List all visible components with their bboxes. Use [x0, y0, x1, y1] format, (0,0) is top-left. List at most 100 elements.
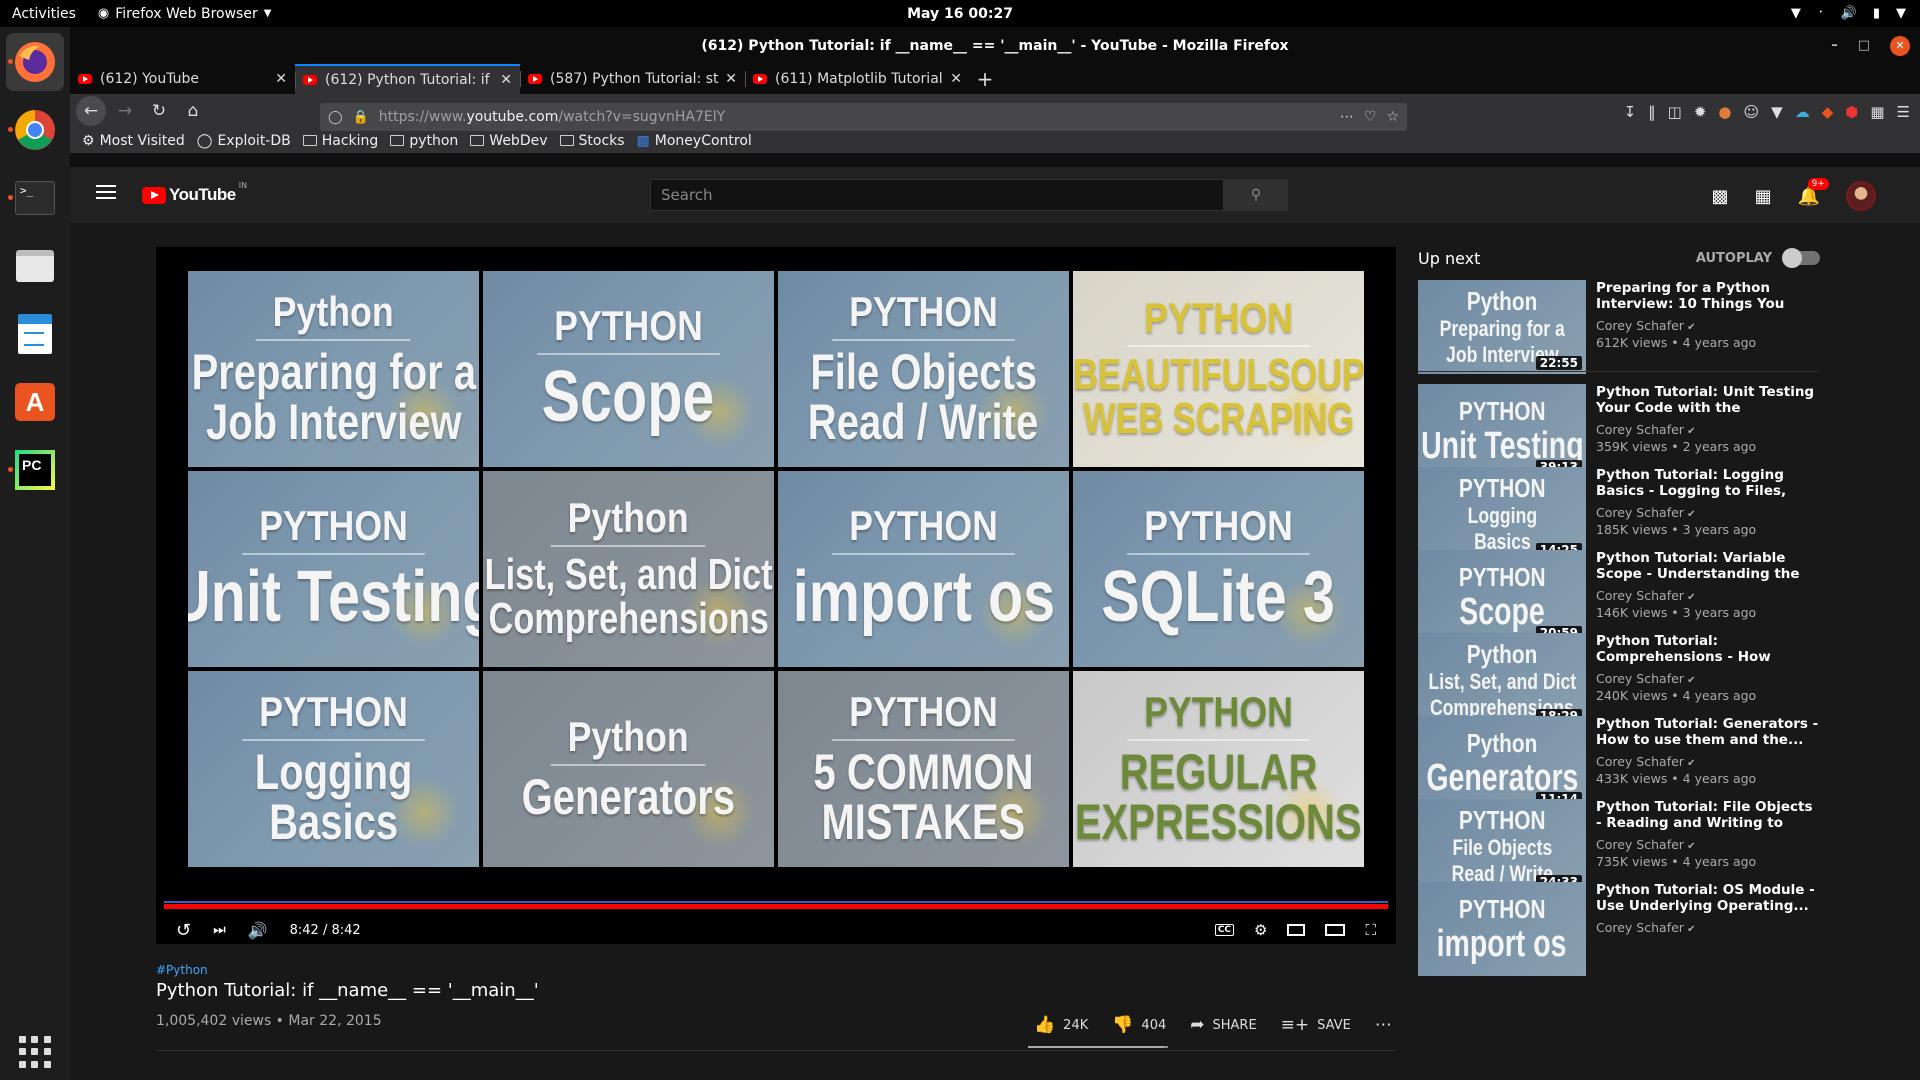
bookmark-folder-webdev[interactable]: WebDev	[470, 133, 548, 149]
up-next-item[interactable]: Python Preparing for a Job Interview 22:55 P…	[1418, 280, 1820, 374]
search-button[interactable]: ⚲	[1224, 179, 1288, 211]
dock-software[interactable]: A	[6, 373, 64, 431]
app-menu[interactable]: ◉ Firefox Web Browser ▼	[98, 6, 272, 22]
reload-button[interactable]: ↻	[144, 96, 174, 126]
forward-button[interactable]: →	[110, 96, 140, 126]
endscreen-video-card[interactable]: PYTHON BEAUTIFULSOUP WEB SCRAPING	[1073, 271, 1364, 467]
endscreen-video-card[interactable]: Python Generators	[483, 671, 774, 867]
power-menu-icon[interactable]: ▼	[1896, 6, 1906, 21]
bluetooth-icon[interactable]: ᛫	[1817, 6, 1825, 21]
video-player[interactable]: Python Preparing for a Job Interview PYTHON…	[156, 247, 1396, 944]
wifi-icon[interactable]: ▼	[1791, 6, 1801, 21]
close-tab-icon[interactable]: ✕	[275, 71, 287, 87]
save-button[interactable]: ≡+ SAVE	[1281, 1015, 1351, 1035]
autoplay-switch[interactable]	[1782, 248, 1820, 268]
downloads-icon[interactable]: ↧	[1624, 103, 1637, 121]
video-title[interactable]: Python Tutorial: Generators - How to use…	[1596, 716, 1820, 748]
sidebar-icon[interactable]: ◫	[1668, 103, 1682, 121]
endscreen-video-card[interactable]: PYTHONUnit Testing	[188, 471, 479, 667]
adblock-icon[interactable]: ⬢	[1845, 103, 1858, 121]
theater-mode-icon[interactable]	[1325, 924, 1346, 936]
tab-if-name-main[interactable]: (612) Python Tutorial: if ✕	[295, 64, 520, 94]
shield-icon[interactable]: ◯	[328, 110, 343, 125]
settings-gear-icon[interactable]: ⚙	[1254, 921, 1267, 939]
tab-str-format[interactable]: (587) Python Tutorial: str ✕	[520, 64, 745, 94]
url-text[interactable]: https://www.youtube.com/watch?v=sugvnHA7…	[379, 109, 1330, 125]
close-window-icon[interactable]: ✕	[1890, 35, 1910, 56]
avatar[interactable]	[1846, 181, 1876, 211]
dock-chrome[interactable]	[6, 101, 64, 159]
video-thumbnail[interactable]: PYTHONUnit Testing39:13	[1418, 384, 1586, 478]
up-next-item[interactable]: PythonGenerators11:14 Python Tutorial: Ge…	[1418, 716, 1820, 810]
dock-firefox[interactable]	[6, 33, 64, 91]
extension-icon[interactable]: ◆	[1822, 103, 1834, 121]
up-next-item[interactable]: PYTHONUnit Testing39:13 Python Tutorial: …	[1418, 384, 1820, 478]
autoplay-toggle[interactable]: AUTOPLAY	[1696, 248, 1820, 268]
pocket-icon[interactable]: ♡	[1364, 109, 1377, 125]
tab-matplotlib[interactable]: (611) Matplotlib Tutorial ✕	[745, 64, 970, 94]
menu-icon[interactable]: ☰	[1897, 103, 1910, 121]
video-title[interactable]: Python Tutorial: File Objects - Reading …	[1596, 799, 1820, 831]
video-title[interactable]: Python Tutorial: OS Module - Use Underly…	[1596, 882, 1820, 914]
video-title[interactable]: Preparing for a Python Interview: 10 Thi…	[1596, 280, 1820, 312]
video-thumbnail[interactable]: Python Preparing for a Job Interview 22:55	[1418, 280, 1586, 374]
extension-icon[interactable]: ●	[1718, 103, 1731, 121]
minimize-icon[interactable]: –	[1831, 38, 1838, 53]
bookmark-most-visited[interactable]: ⚙ Most Visited	[82, 133, 185, 149]
extensions-puzzle-icon[interactable]: ▦	[1870, 103, 1884, 121]
cloud-icon[interactable]: ☁	[1795, 103, 1810, 121]
video-thumbnail[interactable]: PythonGenerators11:14	[1418, 716, 1586, 810]
account-icon[interactable]: ☺	[1744, 103, 1760, 121]
bookmark-folder-hacking[interactable]: Hacking	[302, 133, 378, 149]
channel-name[interactable]: Corey Schafer	[1596, 671, 1820, 686]
next-icon[interactable]: ⏭	[213, 922, 226, 938]
video-title[interactable]: Python Tutorial: Unit Testing Your Code …	[1596, 384, 1820, 416]
youtube-logo[interactable]: YouTube IN	[142, 181, 247, 205]
share-button[interactable]: ➦ SHARE	[1190, 1015, 1256, 1035]
video-thumbnail[interactable]: PYTHONLoggingBasics14:25	[1418, 467, 1586, 561]
maximize-icon[interactable]: □	[1858, 38, 1870, 53]
close-tab-icon[interactable]: ✕	[500, 72, 512, 88]
up-next-item[interactable]: PYTHONScope20:59 Python Tutorial: Variabl…	[1418, 550, 1820, 644]
channel-name[interactable]: Corey Schafer	[1596, 920, 1820, 935]
replay-icon[interactable]: ↺	[176, 920, 191, 941]
volume-icon[interactable]: 🔊	[1841, 6, 1857, 21]
volume-icon[interactable]: 🔊	[248, 921, 268, 940]
bookmark-folder-stocks[interactable]: Stocks	[559, 133, 625, 149]
video-title[interactable]: Python Tutorial: Logging Basics - Loggin…	[1596, 467, 1820, 499]
up-next-item[interactable]: PYTHONFile ObjectsRead / Write24:33 Pytho…	[1418, 799, 1820, 893]
video-thumbnail[interactable]: PYTHONScope20:59	[1418, 550, 1586, 644]
dock-pycharm[interactable]: PC	[6, 441, 64, 499]
captions-icon[interactable]: CC	[1214, 924, 1235, 936]
video-thumbnail[interactable]: PythonList, Set, and DictComprehensions1…	[1418, 633, 1586, 727]
home-button[interactable]: ⌂	[178, 96, 208, 126]
dock-writer[interactable]	[6, 305, 64, 363]
url-bar[interactable]: ◯ 🔒 https://www.youtube.com/watch?v=sugv…	[320, 103, 1407, 131]
video-title[interactable]: Python Tutorial: Variable Scope - Unders…	[1596, 550, 1820, 582]
endscreen-video-card[interactable]: Python List, Set, and Dict Comprehensions	[483, 471, 774, 667]
hamburger-menu-icon[interactable]	[96, 185, 116, 199]
battery-icon[interactable]: ▮	[1873, 6, 1880, 21]
channel-name[interactable]: Corey Schafer	[1596, 422, 1820, 437]
lock-icon[interactable]: 🔒	[353, 110, 369, 125]
dock-terminal[interactable]: >_	[6, 169, 64, 227]
channel-name[interactable]: Corey Schafer	[1596, 754, 1820, 769]
channel-name[interactable]: Corey Schafer	[1596, 837, 1820, 852]
endscreen-video-card[interactable]: Python Preparing for a Job Interview	[188, 271, 479, 467]
dock-files[interactable]	[6, 237, 64, 295]
video-title[interactable]: Python Tutorial: Comprehensions - How th…	[1596, 633, 1820, 665]
create-video-icon[interactable]: ▩	[1712, 186, 1729, 207]
more-actions-button[interactable]: ⋯	[1375, 1015, 1392, 1035]
endscreen-video-card[interactable]: PYTHON 5 COMMON MISTAKES	[778, 671, 1069, 867]
endscreen-video-card[interactable]: PYTHON Scope	[483, 271, 774, 467]
progress-bar[interactable]	[164, 901, 1388, 909]
like-button[interactable]: 👍 24K	[1034, 1015, 1088, 1035]
hashtag-link[interactable]: #Python	[156, 963, 1396, 977]
apps-grid-icon[interactable]: ▦	[1755, 186, 1772, 207]
video-thumbnail[interactable]: PYTHONFile ObjectsRead / Write24:33	[1418, 799, 1586, 893]
show-applications-icon[interactable]	[19, 1036, 51, 1068]
video-thumbnail[interactable]: PYTHON import os	[1418, 882, 1586, 976]
extension-icon[interactable]: ▼	[1771, 103, 1783, 121]
close-tab-icon[interactable]: ✕	[950, 71, 962, 87]
up-next-item[interactable]: PythonList, Set, and DictComprehensions1…	[1418, 633, 1820, 727]
